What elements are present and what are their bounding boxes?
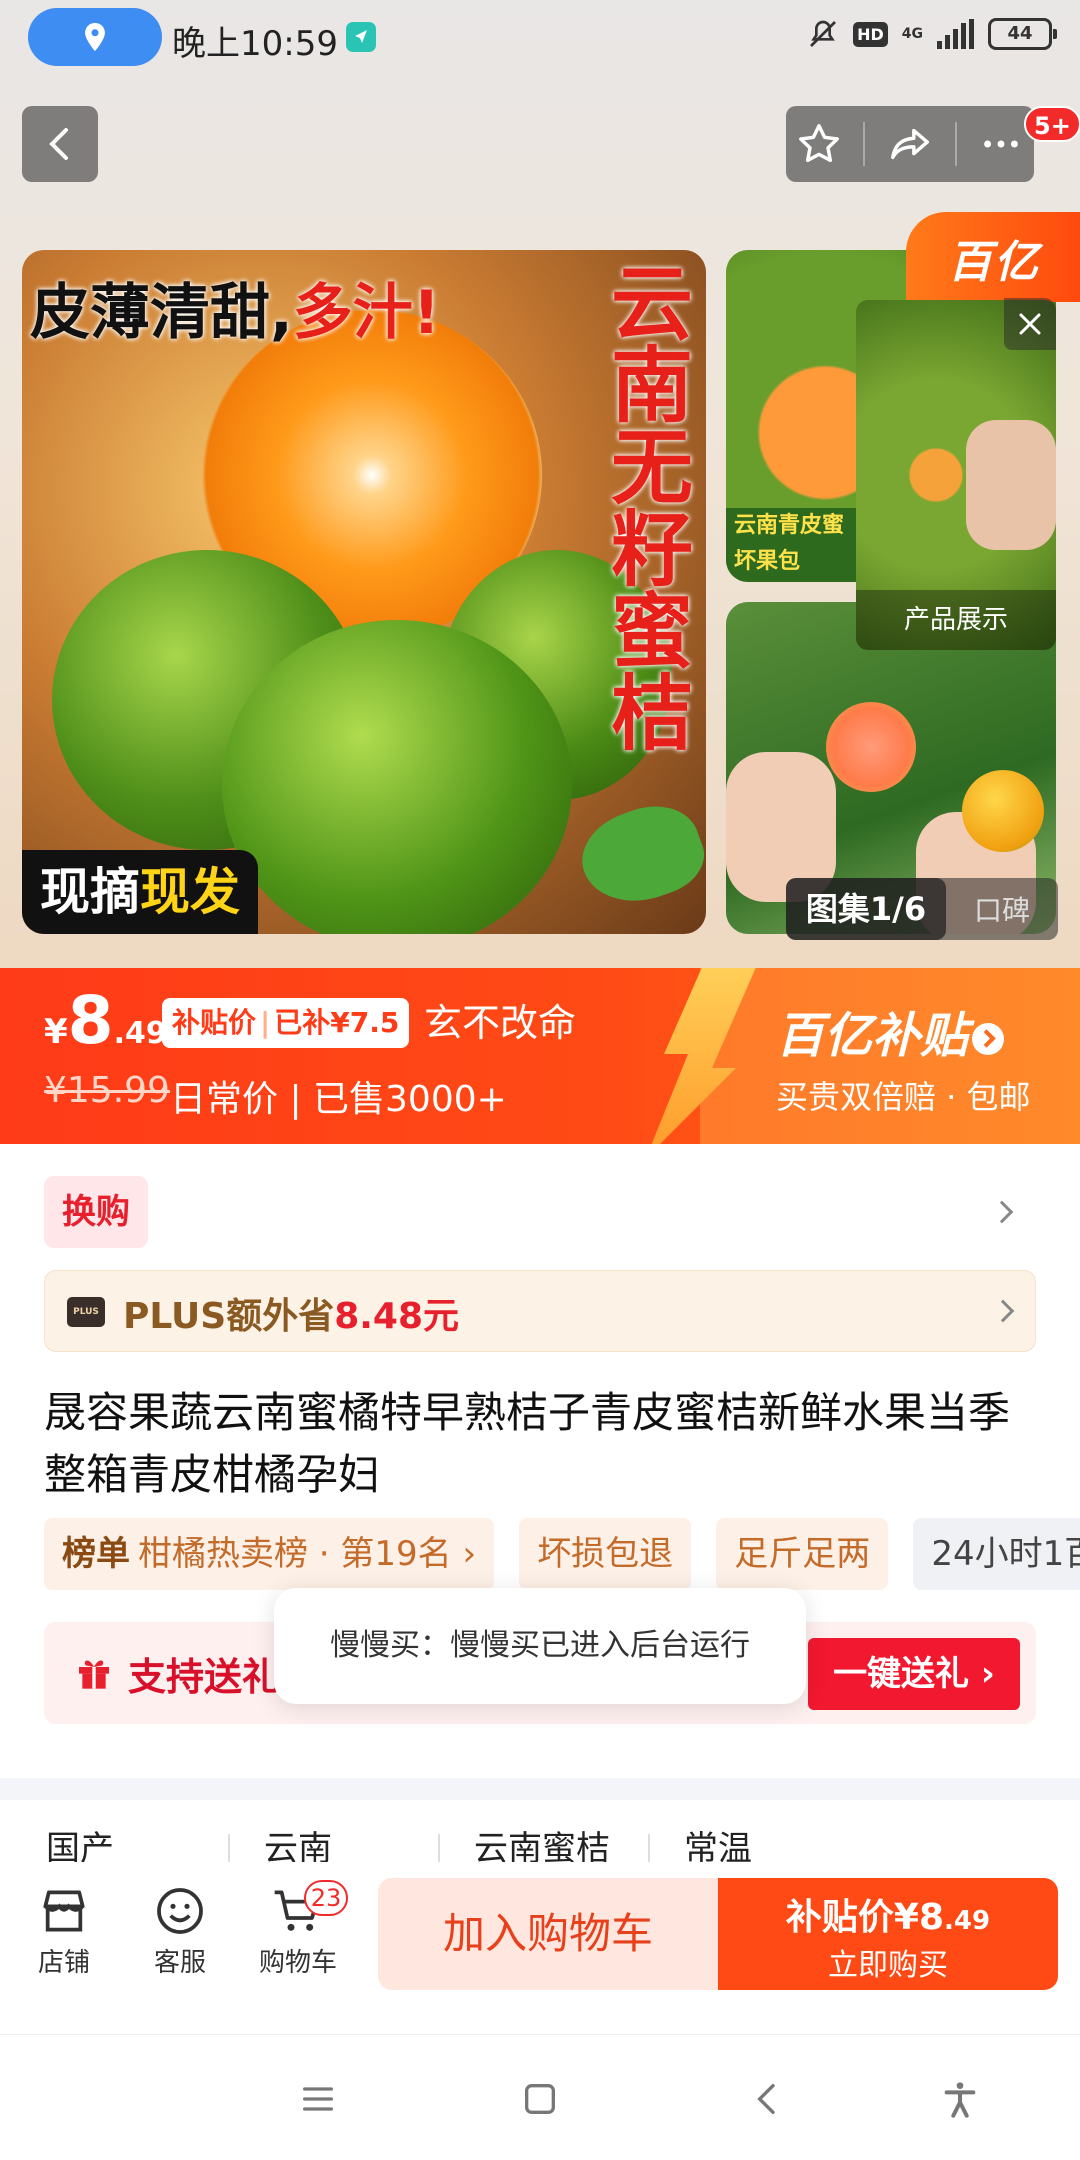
menu-icon[interactable] [298,2079,338,2119]
service-tag[interactable]: 足斤足两 [716,1518,889,1590]
buy-now-label: 立即购买 [828,1948,948,1983]
store-label: 店铺 [37,1948,90,1978]
seller-name: 玄不改命 [424,1001,577,1045]
system-navigation-bar [0,2034,1080,2160]
signal-icon [937,19,974,49]
add-to-cart-button[interactable]: 加入购物车 [378,1878,718,1990]
exchange-row[interactable]: 换购 [44,1176,1044,1248]
navigation-arrow-icon [346,22,376,52]
service-tag[interactable]: 24小时1百 [913,1518,1080,1590]
status-bar: 晚上10:59 HD 4G 44 [0,0,1080,76]
original-price: ¥15.99 [44,1070,170,1111]
hd-icon: HD [853,21,888,47]
main-product-image[interactable]: 皮薄清甜,多汁! 云南无籽蜜桔 现摘现发 [22,250,706,934]
status-time: 晚上10:59 [172,24,338,64]
send-gift-button[interactable]: 一键送礼 › [808,1638,1020,1710]
buy-price: 补贴价¥8.49 [785,1897,991,1938]
store-button[interactable]: 店铺 [14,1880,114,1979]
location-pill[interactable] [28,8,162,66]
hero-area: 晚上10:59 HD 4G 44 5+ 皮薄清甜,多汁! 云南无籽蜜桔 现摘现发 [0,0,1080,968]
subsidy-chip: 补贴价 | 已补¥7.5 [162,998,410,1048]
bottom-action-bar: 店铺 客服 购物车 23 加入购物车 补贴价¥8.49 立即购买 [0,1862,1080,2032]
more-icon[interactable] [978,121,1024,167]
chevron-right-icon [990,1200,1014,1224]
current-price: ¥8.49 [44,982,167,1059]
back-icon[interactable] [748,2079,788,2119]
plus-logo: PLUS [67,1297,105,1327]
home-icon[interactable] [520,2079,560,2119]
battery-icon: 44 [988,18,1057,50]
back-button[interactable] [22,106,98,182]
chevron-right-icon [991,1299,1015,1323]
section-divider [0,1778,1080,1800]
ranking-tag[interactable]: 榜单 柑橘热卖榜 · 第19名 › [44,1518,495,1590]
header-actions [786,106,1034,182]
green-tangerine [222,620,572,934]
location-pin-icon [85,22,105,52]
image-headline: 皮薄清甜,多汁! [30,278,441,348]
reviews-tab[interactable]: 口碑 [946,889,1058,929]
subsidy-brand-sub: 买贵双倍赔 · 包邮 [776,1078,1031,1116]
network-type: 4G [901,26,923,42]
buy-now-button[interactable]: 补贴价¥8.49 立即购买 [718,1878,1058,1990]
price-banner: ¥8.49 补贴价 | 已补¥7.5 玄不改命 ¥15.99 日常价 | 已售300… [0,968,1080,1144]
star-icon[interactable] [796,121,842,167]
subsidy-brand-link[interactable]: 百亿补贴 [776,996,1005,1066]
gallery-tabs: 图集1/6 口碑 [786,878,1058,940]
product-tags: 榜单柑橘热卖榜 · 第19名 › 坏损包退 足斤足两 24小时1百 [44,1518,1080,1590]
customer-service-button[interactable]: 客服 [130,1880,230,1979]
share-icon[interactable] [886,121,934,167]
gift-icon [79,1660,109,1689]
chevron-left-icon [49,128,68,160]
cart-label: 购物车 [258,1948,337,1978]
mute-bell-icon [810,20,837,47]
smile-chat-icon [157,1888,203,1934]
close-icon[interactable] [1004,298,1056,350]
thumbnail-ribbon: 云南青皮蜜 坏果包 [726,508,876,582]
floating-video[interactable]: 产品展示 [856,300,1056,650]
service-tag[interactable]: 坏损包退 [519,1518,692,1590]
service-label: 客服 [153,1948,206,1978]
image-vertical-title: 云南无籽蜜桔 [610,257,693,762]
exchange-tag: 换购 [44,1176,148,1248]
floating-video-caption: 产品展示 [856,590,1056,650]
image-pick-tag: 现摘现发 [22,850,258,934]
toast-message: 慢慢买：慢慢买已进入后台运行 [274,1588,806,1704]
product-title: 晟容果蔬云南蜜橘特早熟桔子青皮蜜桔新鲜水果当季整箱青皮柑橘孕妇 [44,1388,1011,1499]
accessibility-icon[interactable] [940,2079,980,2119]
brand-corner-badge: 百亿 [906,212,1080,302]
message-badge: 5+ [1024,106,1080,142]
chevron-right-icon [972,1023,1005,1055]
store-icon [43,1890,85,1932]
cart-count-badge: 23 [304,1880,348,1916]
plus-savings-row[interactable]: PLUS PLUS额外省8.48元 [44,1270,1036,1352]
status-icons: HD 4G 44 [807,18,1057,50]
mint-leaf [570,792,706,918]
gallery-count-tab[interactable]: 图集1/6 [786,878,946,940]
plus-savings-text: PLUS额外省8.48元 [123,1296,460,1337]
daily-price-sold: 日常价 | 已售3000+ [170,1079,507,1120]
